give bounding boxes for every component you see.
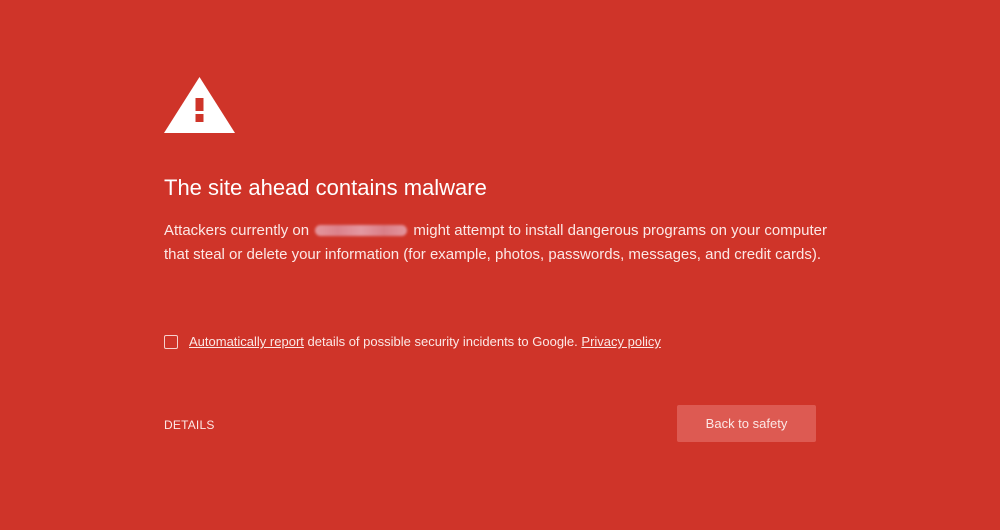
interstitial-page: The site ahead contains malware Attacker… — [0, 0, 1000, 530]
report-text: details of possible security incidents t… — [307, 334, 578, 349]
explanation-before: Attackers currently on — [164, 222, 310, 239]
automatically-report-link[interactable]: Automatically report — [189, 333, 304, 351]
redacted-domain — [315, 225, 408, 236]
privacy-policy-link[interactable]: Privacy policy — [581, 333, 660, 351]
page-title: The site ahead contains malware — [164, 175, 487, 200]
warning-triangle-icon — [163, 76, 236, 134]
back-to-safety-button[interactable]: Back to safety — [677, 405, 816, 442]
explanation-paragraph: Attackers currently on might attempt to … — [164, 219, 834, 267]
details-button[interactable]: DETAILS — [164, 417, 215, 433]
report-row: Automatically report details of possible… — [164, 333, 661, 351]
report-checkbox[interactable] — [164, 335, 178, 349]
